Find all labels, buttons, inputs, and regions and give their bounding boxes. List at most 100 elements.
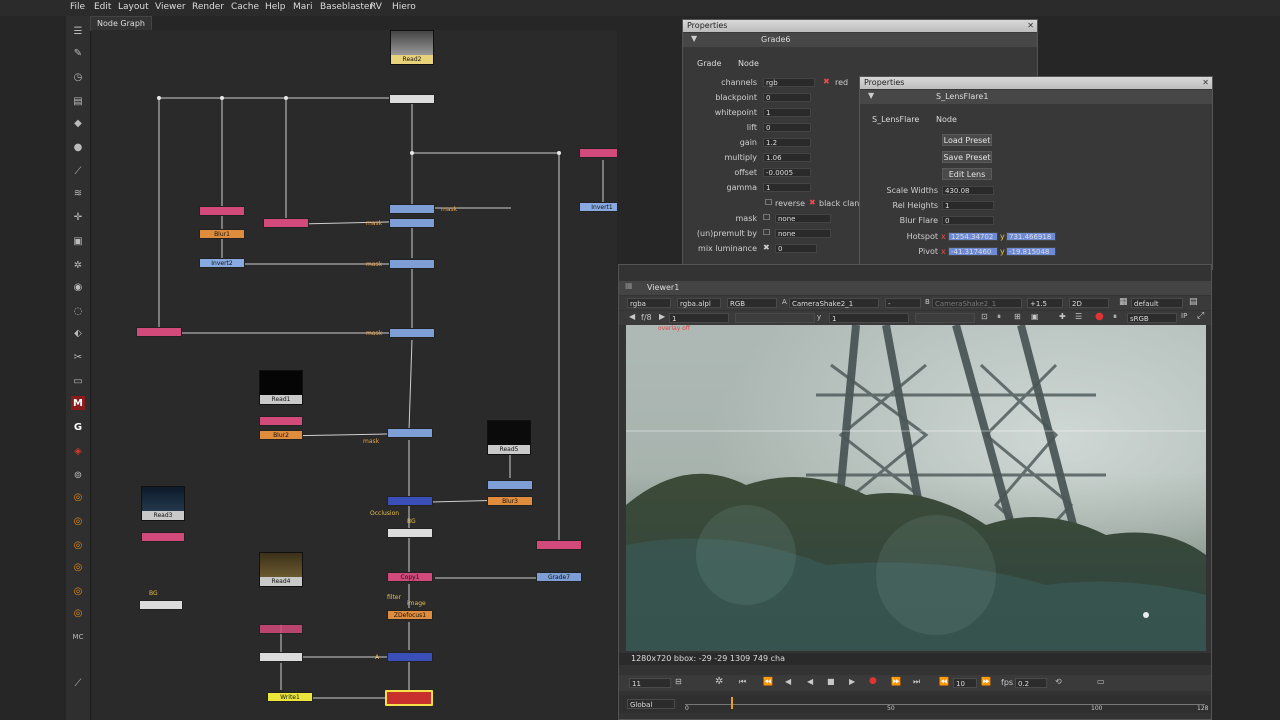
copy1-node[interactable]: Copy1 [387,572,433,582]
reformat-node-3[interactable] [259,624,303,634]
y-field[interactable]: 1 [829,313,909,323]
gamma-field[interactable]: 1 [763,183,811,192]
color-icon[interactable]: ◆ [71,116,85,130]
next-icon[interactable]: ▶ [659,312,665,321]
channels-select[interactable]: rgb [763,78,815,87]
time-icon[interactable]: ◷ [71,70,85,84]
tab-node[interactable]: Node [936,115,957,124]
grade2-node[interactable] [389,218,435,228]
dot-node-5[interactable] [536,540,582,550]
channels-select[interactable]: rgba [627,298,671,308]
record-icon[interactable]: ● [869,676,877,686]
dot-node-3[interactable] [136,327,182,337]
merge-node-1[interactable] [387,496,433,506]
save-preset-button[interactable]: Save Preset [942,151,992,163]
plugin-icon[interactable]: ◈ [71,444,85,458]
menu-render[interactable]: Render [192,2,224,12]
dot-node-4[interactable] [579,148,617,158]
red-checkbox[interactable]: ✖ [823,77,830,86]
other-tool-icon[interactable]: ⟋ [71,676,85,690]
reformat-node-1[interactable] [259,416,303,426]
zdefocus1-node[interactable]: ZDefocus1 [387,610,433,620]
fps-field[interactable]: 0.2 [1015,678,1047,688]
viewer-image[interactable]: overlay off [626,325,1206,651]
blur2-node[interactable]: Blur2 [259,430,303,440]
viewer-tab[interactable]: Viewer1 [647,283,679,292]
gain-select[interactable]: +1.5 [1027,298,1063,308]
mask-select[interactable]: none [775,214,831,223]
mix-luminance-checkbox[interactable]: ✖ [763,243,770,252]
load-preset-button[interactable]: Load Preset [942,134,992,146]
plugin-2-icon[interactable]: ◎ [71,490,85,504]
hotspot-x-field[interactable]: 1254.34702 [948,232,998,241]
close-icon[interactable]: ✕ [1027,20,1034,32]
invert1-node[interactable]: Invert1 [579,202,617,212]
node-name[interactable]: S_LensFlare1 [936,92,988,101]
view-mode-select[interactable]: 2D [1069,298,1109,308]
timeline-track[interactable] [685,704,1205,705]
menu-file[interactable]: File [70,2,85,12]
last-frame-icon[interactable]: ⏭ [913,677,920,687]
grade1-node[interactable] [389,204,435,214]
deep-icon[interactable]: ◉ [71,280,85,294]
playhead[interactable] [731,697,733,709]
menu-viewer[interactable]: Viewer [155,2,186,12]
camera-icon[interactable]: ⊚ [71,468,85,482]
lock-range-icon[interactable]: ⊟ [675,677,682,686]
whitepoint-field[interactable]: 1 [763,108,811,117]
pause-render-icon[interactable]: ⏸ [1113,312,1117,322]
lift-field[interactable]: 0 [763,123,811,132]
colorspace-select[interactable]: RGB [727,298,777,308]
reverse-checkbox[interactable]: ☐ [765,198,772,207]
channel-icon[interactable]: ▤ [71,94,85,108]
dot-node-2[interactable] [263,218,309,228]
tab-s-lensflare[interactable]: S_LensFlare [872,115,919,124]
multiply-field[interactable]: 1.06 [763,153,811,162]
timeline[interactable]: Global 0 50 100 128 [619,695,1211,713]
blur1-node[interactable]: Blur1 [199,229,245,239]
filter-icon[interactable]: ● [71,140,85,154]
read3-node[interactable]: Read3 [141,486,185,521]
ip-button[interactable]: IP [1181,312,1187,320]
hotspot-y-field[interactable]: 731.466918 [1006,232,1056,241]
other-icon[interactable]: ▭ [71,374,85,388]
frame-field[interactable]: 1 [669,313,729,323]
rel-heights-field[interactable]: 1 [942,201,994,210]
loop-icon[interactable]: ⟲ [1055,677,1062,686]
collapse-icon[interactable]: ▼ [691,34,697,43]
grid-icon[interactable]: ▤ [1189,297,1198,307]
grade6-node[interactable] [487,480,533,490]
prev-icon[interactable]: ◀ [629,312,635,321]
merge-icon[interactable]: ≋ [71,186,85,200]
dot-node-1[interactable] [199,206,245,216]
close-icon[interactable]: ✕ [1202,77,1209,89]
write1-node[interactable]: Write1 [267,692,313,702]
pivot-x-field[interactable]: -41.317460 [948,247,998,256]
prev-key-icon[interactable]: ⏪ [763,677,773,686]
clouds-node[interactable] [139,600,183,610]
invert2-node[interactable]: Invert2 [199,258,245,268]
postage-node-2[interactable] [387,528,433,538]
blackpoint-field[interactable]: 0 [763,93,811,102]
node-graph[interactable]: Read2 Blur1 Invert2 Invert1 mask mask ma… [91,30,617,720]
menu-baseblaster[interactable]: Baseblaster [320,2,373,12]
transform-icon[interactable]: ✛ [71,210,85,224]
paint-icon[interactable]: ✎ [71,46,85,60]
viewer-menu-icon[interactable]: ▦ [625,281,633,290]
plugin-7-icon[interactable]: ◎ [71,606,85,620]
lut-default-select[interactable]: default [1131,298,1183,308]
menu-cache[interactable]: Cache [231,2,259,12]
settings-icon[interactable]: ✲ [715,676,723,687]
grade7-node[interactable]: Grade7 [536,572,582,582]
toolsets-icon[interactable]: ✂ [71,350,85,364]
increment-field[interactable]: 10 [953,678,977,688]
read4-node[interactable]: Read4 [259,552,303,587]
mask-checkbox[interactable]: ☐ [763,213,770,222]
play-back-icon[interactable]: ◀ [807,677,813,686]
grade3-node[interactable] [389,259,435,269]
gizmo-icon[interactable]: G [71,420,85,434]
grade5-node[interactable] [387,428,433,438]
menu-hiero[interactable]: Hiero [392,2,416,12]
exposure-slider[interactable] [735,313,815,323]
next-key-icon[interactable]: ⏩ [891,677,901,686]
